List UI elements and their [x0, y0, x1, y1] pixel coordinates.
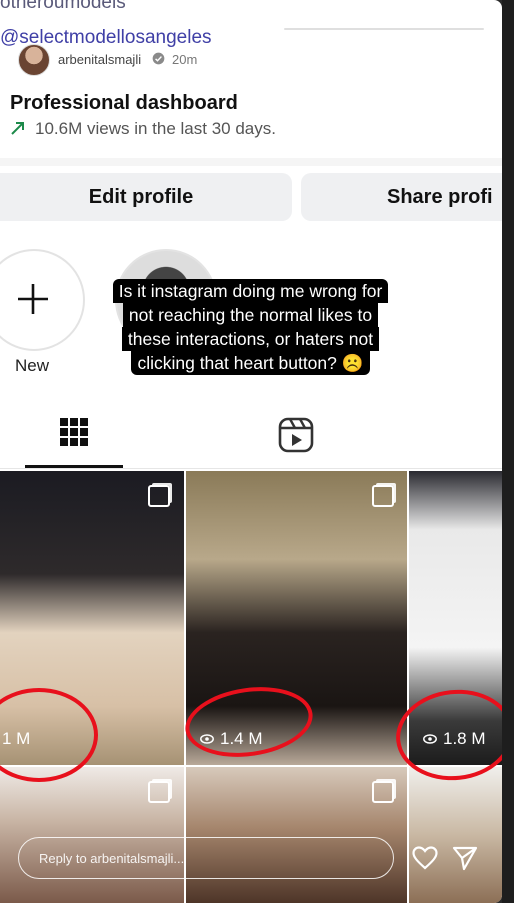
send-icon[interactable] [452, 845, 478, 871]
carousel-icon [148, 485, 170, 507]
caption-line: Is it instagram doing me wrong for [112, 279, 389, 303]
grid-icon[interactable] [25, 408, 123, 468]
story-progress-bar [254, 28, 278, 30]
more-icon[interactable] [452, 50, 478, 68]
story-header: arbenitalsmajli 20m [0, 40, 502, 80]
play-icon[interactable] [420, 50, 438, 68]
carousel-icon [372, 485, 394, 507]
carousel-icon [372, 781, 394, 803]
window-edge [502, 0, 514, 903]
story-timestamp: 20m [172, 52, 198, 67]
caption-line: not reaching the normal likes to [122, 303, 379, 327]
dashboard-title[interactable]: Professional dashboard [10, 92, 238, 115]
post-thumbnail[interactable] [0, 767, 184, 903]
reply-input[interactable] [18, 837, 394, 879]
avatar[interactable] [18, 44, 50, 76]
story-frame: otheroumodels @selectmodellosangeles arb… [0, 0, 502, 903]
story-progress-bar [210, 28, 248, 30]
reels-icon[interactable] [276, 415, 316, 455]
edit-profile-button[interactable]: Edit profile [0, 173, 292, 221]
post-thumbnail[interactable] [186, 767, 407, 903]
new-highlight-label: New [15, 356, 50, 375]
section-divider [0, 158, 502, 166]
caption-line: these interactions, or haters not [121, 327, 380, 351]
username[interactable]: arbenitalsmajli [58, 52, 141, 67]
carousel-icon [148, 781, 170, 803]
dashboard-stat: 10.6M views in the last 30 days. [35, 119, 276, 138]
caption-line: clicking that heart button? ☹️ [131, 351, 370, 375]
plus-icon [18, 284, 48, 314]
overlay-text-top: otheroumodels [0, 0, 126, 13]
story-caption: Is it instagram doing me wrong for not r… [106, 279, 395, 375]
share-profile-button[interactable]: Share profi [301, 173, 502, 221]
tabs-divider [0, 468, 502, 469]
trending-up-icon [11, 122, 24, 135]
story-progress-bar [284, 28, 484, 30]
verified-badge-icon [152, 52, 165, 65]
post-thumbnail[interactable] [409, 767, 502, 903]
heart-icon[interactable] [412, 846, 438, 870]
